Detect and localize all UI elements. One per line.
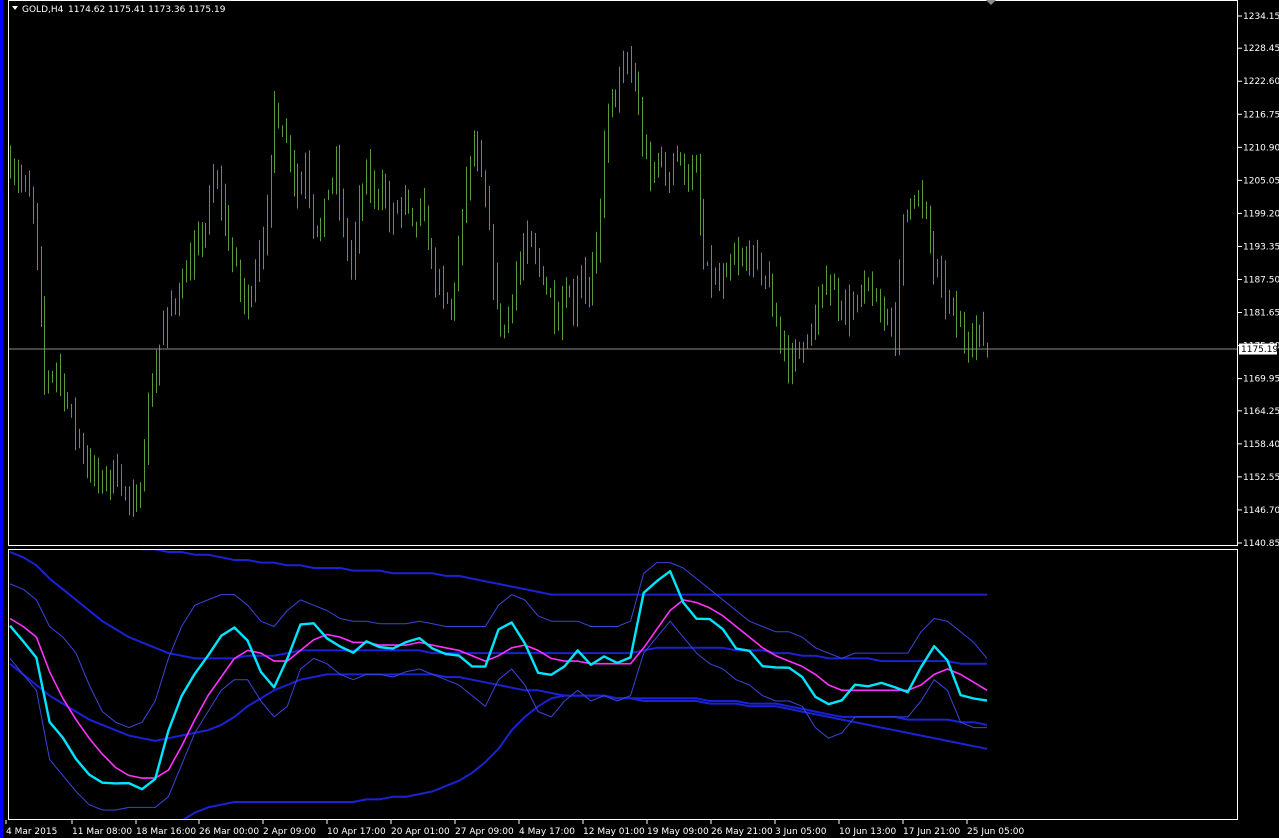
y-tick-label: 1234.15 xyxy=(1243,12,1279,22)
y-tick-label: 1210.90 xyxy=(1243,143,1279,153)
x-tick-label: 4 Mar 2015 xyxy=(6,827,57,837)
y-tick-label: 1193.35 xyxy=(1243,242,1279,252)
y-tick-label: 1228.45 xyxy=(1243,44,1279,54)
x-tick-label: 12 May 01:00 xyxy=(583,827,645,837)
y-tick-label: 1205.05 xyxy=(1243,176,1279,186)
x-tick-label: 4 May 17:00 xyxy=(519,827,575,837)
x-tick-label: 10 Apr 17:00 xyxy=(327,827,386,837)
y-tick-label: 1140.85 xyxy=(1243,539,1279,549)
y-tick-label: 1158.40 xyxy=(1243,440,1279,450)
y-tick-label: 1216.75 xyxy=(1243,110,1279,120)
x-tick-label: 27 Apr 09:00 xyxy=(455,827,514,837)
y-tick-label: 1199.20 xyxy=(1243,209,1279,219)
x-tick-label: 18 Mar 16:00 xyxy=(136,827,196,837)
chart-background xyxy=(0,0,1279,838)
y-tick-label: 1146.70 xyxy=(1243,506,1279,516)
y-tick-label: 1169.95 xyxy=(1243,375,1279,385)
x-tick-label: 3 Jun 05:00 xyxy=(775,827,827,837)
left-window-strip xyxy=(0,0,3,838)
x-tick-label: 10 Jun 13:00 xyxy=(839,827,896,837)
current-price-marker: 1175.19 xyxy=(1239,343,1278,355)
x-tick-label: 17 Jun 21:00 xyxy=(903,827,960,837)
current-price-label: 1175.19 xyxy=(1241,345,1278,355)
ohlc-values: 1174.62 1175.41 1173.36 1175.19 xyxy=(68,5,226,15)
y-tick-label: 1181.65 xyxy=(1243,309,1279,319)
x-tick-label: 26 May 21:00 xyxy=(711,827,773,837)
chart-header: GOLD,H4 1174.62 1175.41 1173.36 1175.19 xyxy=(12,5,226,15)
x-tick-label: 2 Apr 09:00 xyxy=(263,827,316,837)
x-tick-label: 25 Jun 05:00 xyxy=(967,827,1024,837)
y-tick-label: 1164.25 xyxy=(1243,407,1279,417)
symbol-timeframe: GOLD,H4 xyxy=(22,5,64,15)
x-tick-label: 26 Mar 00:00 xyxy=(199,827,259,837)
x-tick-label: 19 May 09:00 xyxy=(647,827,709,837)
x-tick-label: 11 Mar 08:00 xyxy=(72,827,132,837)
y-tick-label: 1222.60 xyxy=(1243,77,1279,87)
y-tick-label: 1152.55 xyxy=(1243,473,1279,483)
y-tick-label: 1187.50 xyxy=(1243,276,1279,286)
chart-window: 1234.15 1228.45 1222.60 1216.75 1210.90 1205.… xyxy=(0,0,1279,838)
x-tick-label: 20 Apr 01:00 xyxy=(391,827,450,837)
